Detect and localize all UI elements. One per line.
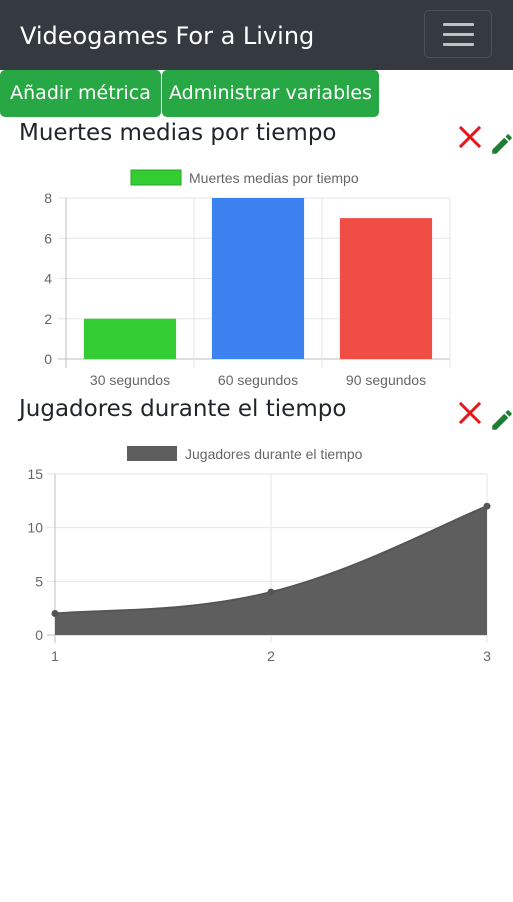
navbar: Videogames For a Living [0,0,513,70]
x-tick-label: 60 segundos [218,372,298,388]
y-tick-label: 10 [27,520,43,536]
close-icon[interactable] [457,400,483,426]
y-tick-label: 0 [35,627,43,643]
y-tick-label: 2 [44,311,52,327]
y-tick-label: 4 [44,271,52,287]
add-metric-button[interactable]: Añadir métrica [0,70,161,117]
y-tick-label: 5 [35,573,43,589]
legend-swatch [130,169,182,186]
y-tick-label: 15 [27,466,43,482]
pencil-icon[interactable] [489,407,513,433]
y-tick-label: 6 [44,230,52,246]
navbar-brand[interactable]: Videogames For a Living [20,19,314,53]
manage-variables-button[interactable]: Administrar variables [162,70,379,117]
card-title: Muertes medias por tiempo [19,120,337,146]
chart-legend: Muertes medias por tiempo [130,169,359,186]
navbar-toggler-button[interactable] [424,10,492,58]
x-tick-label: 90 segundos [346,372,426,388]
bar [211,198,305,359]
y-tick-label: 0 [44,351,52,367]
x-tick-label: 1 [51,648,59,664]
x-tick-label: 2 [267,648,275,664]
card-title: Jugadores durante el tiempo [19,396,347,422]
bar-chart: Muertes medias por tiempo 0 2 4 6 8 30 segundo… [44,169,451,388]
bar [83,318,177,359]
legend-label: Jugadores durante el tiempo [185,446,363,462]
x-tick-label: 30 segundos [90,372,170,388]
pencil-icon[interactable] [489,131,513,157]
close-icon[interactable] [457,124,483,150]
x-tick-label: 3 [483,648,491,664]
chart-legend: Jugadores durante el tiempo [127,446,363,462]
legend-swatch [127,446,177,461]
legend-label: Muertes medias por tiempo [189,170,359,186]
y-tick-label: 8 [44,190,52,206]
data-point [483,502,491,510]
area-chart: Jugadores durante el tiempo 0 5 10 15 1 2 3 [27,446,491,664]
bar [339,218,433,359]
data-point [267,588,275,596]
data-point [51,610,59,618]
